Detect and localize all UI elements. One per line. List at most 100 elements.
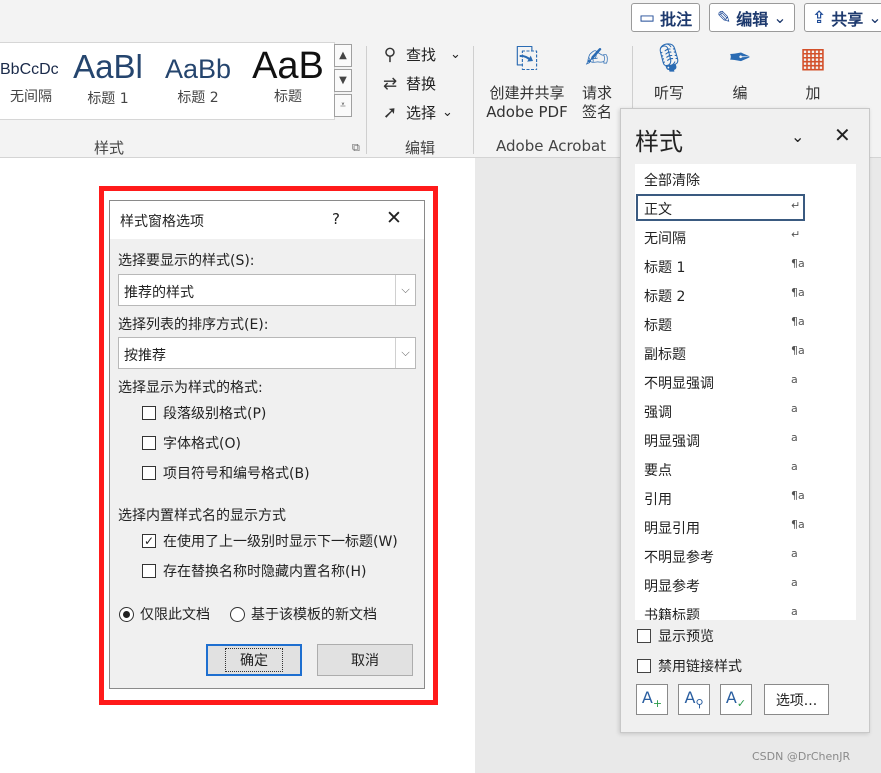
- style-name: 强调: [644, 405, 672, 421]
- hide-builtin-name-checkbox[interactable]: 存在替换名称时隐藏内置名称(H): [142, 561, 366, 581]
- style-type-icon: ¶a: [791, 344, 805, 357]
- gallery-label: 标题: [274, 89, 302, 105]
- cancel-label: 取消: [351, 653, 379, 669]
- gallery-item-heading2[interactable]: AaBb 标题 2: [158, 43, 238, 119]
- cancel-button[interactable]: 取消: [317, 644, 413, 676]
- style-list-item[interactable]: 不明显参考 a: [635, 541, 856, 570]
- style-list-item[interactable]: 全部清除: [635, 164, 856, 193]
- style-type-icon: ¶a: [791, 315, 805, 328]
- gallery-label: 标题 2: [177, 90, 219, 106]
- help-icon[interactable]: ?: [332, 210, 340, 228]
- checkbox-box: ✓: [142, 534, 156, 548]
- style-name: 不明显强调: [644, 376, 714, 392]
- gallery-item-no-spacing[interactable]: BbCcDc 无间隔: [0, 43, 62, 119]
- editor-pen-icon: ✒: [728, 41, 752, 74]
- this-document-radio[interactable]: 仅限此文档: [119, 604, 210, 624]
- select-button[interactable]: ➚ 选择 ⌄: [380, 102, 453, 123]
- request-signature-button[interactable]: ✍ 请求 签名: [575, 44, 619, 122]
- gallery-item-heading1[interactable]: AaBl 标题 1: [68, 43, 148, 119]
- sort-select[interactable]: 按推荐 ⌵: [118, 337, 416, 369]
- checkbox-box: [142, 406, 156, 420]
- gallery-scroll-down[interactable]: ▼: [334, 69, 352, 92]
- style-type-icon: a: [791, 605, 798, 618]
- style-list-item[interactable]: 正文 ↵: [635, 193, 856, 222]
- pencil-icon: ✎: [717, 7, 732, 28]
- dictate-label: 听写: [653, 84, 684, 102]
- editor-button[interactable]: ✒ 编: [720, 41, 760, 103]
- gallery-item-title[interactable]: AaB 标题: [248, 43, 328, 119]
- style-list-item[interactable]: 标题 1 ¶a: [635, 251, 856, 280]
- paragraph-format-checkbox[interactable]: 段落级别格式(P): [142, 403, 266, 423]
- style-name: 要点: [644, 463, 672, 479]
- ok-label: 确定: [225, 648, 283, 672]
- chevron-down-icon: ⌵: [395, 275, 415, 305]
- style-list-item[interactable]: 副标题 ¶a: [635, 338, 856, 367]
- find-label: 查找: [406, 46, 437, 64]
- style-type-icon: ↵: [791, 199, 801, 212]
- style-list-item[interactable]: 明显参考 a: [635, 570, 856, 599]
- font-format-checkbox[interactable]: 字体格式(O): [142, 433, 241, 453]
- style-list: 全部清除 正文 ↵ 无间隔 ↵ 标题 1 ¶a 标题 2 ¶a 标题 ¶a 副标题 ¶a 不明显强调 a 强调…: [635, 164, 856, 620]
- style-list-item[interactable]: 明显引用 ¶a: [635, 512, 856, 541]
- style-list-item[interactable]: 标题 ¶a: [635, 309, 856, 338]
- comments-button[interactable]: ▭ 批注: [631, 3, 701, 32]
- style-list-item[interactable]: 书籍标题 a: [635, 599, 856, 620]
- close-icon[interactable]: ✕: [834, 123, 851, 147]
- style-name: 明显参考: [644, 579, 700, 595]
- show-styles-select[interactable]: 推荐的样式 ⌵: [118, 274, 416, 306]
- gallery-more-button[interactable]: ⩡: [334, 94, 352, 117]
- show-preview-checkbox[interactable]: 显示预览: [637, 626, 714, 646]
- style-list-item[interactable]: 无间隔 ↵: [635, 222, 856, 251]
- replace-icon: ⇄: [382, 73, 398, 94]
- editing-mode-button[interactable]: ✎ 编辑 ⌄: [709, 3, 795, 32]
- bullet-numbering-checkbox[interactable]: 项目符号和编号格式(B): [142, 463, 310, 483]
- gallery-scroll-up[interactable]: ▲: [334, 44, 352, 67]
- style-name: 标题 1: [644, 260, 686, 276]
- manage-styles-button[interactable]: A✓: [720, 684, 752, 715]
- create-share-pdf-button[interactable]: ⎘ 创建并共享 Adobe PDF: [484, 41, 570, 122]
- replace-button[interactable]: ⇄ 替换: [380, 73, 436, 94]
- chevron-down-icon: ⌵: [395, 338, 415, 368]
- style-inspector-button[interactable]: A⚲: [678, 684, 710, 715]
- style-list-item[interactable]: 标题 2 ¶a: [635, 280, 856, 309]
- find-button[interactable]: ⚲ 查找 ⌄: [380, 44, 461, 65]
- close-icon[interactable]: ✕: [386, 207, 402, 229]
- gallery-label: 标题 1: [87, 91, 129, 107]
- new-style-button[interactable]: A+: [636, 684, 668, 715]
- style-list-item[interactable]: 要点 a: [635, 454, 856, 483]
- comment-icon: ▭: [639, 7, 656, 28]
- radio-label: 仅限此文档: [140, 607, 210, 623]
- style-list-item[interactable]: 明显强调 a: [635, 425, 856, 454]
- addins-label: 加: [805, 84, 821, 102]
- style-list-item[interactable]: 不明显强调 a: [635, 367, 856, 396]
- gallery-sample: BbCcDc: [0, 61, 58, 78]
- show-next-heading-checkbox[interactable]: ✓ 在使用了上一级别时显示下一标题(W): [142, 531, 398, 551]
- pdf-share-icon: ⎘: [515, 41, 539, 74]
- gallery-sample: AaBb: [164, 54, 232, 84]
- create-pdf-label-2: Adobe PDF: [486, 103, 568, 121]
- style-pane-options-dialog: 样式窗格选项 ? ✕ 选择要显示的样式(S): 推荐的样式 ⌵ 选择列表的排序方…: [109, 200, 425, 689]
- style-name: 无间隔: [644, 231, 686, 247]
- share-label: 共享: [831, 9, 864, 29]
- chevron-down-icon[interactable]: ⌄: [791, 127, 804, 146]
- style-name: 不明显参考: [644, 550, 714, 566]
- addins-button[interactable]: ▦ 加: [793, 44, 833, 103]
- dialog-launcher-icon[interactable]: ⧉: [352, 141, 360, 155]
- radio-dot: [230, 606, 245, 622]
- checkbox-box: [142, 564, 156, 578]
- share-button[interactable]: ⇪ 共享 ⌄: [804, 3, 881, 32]
- checkbox-box: [142, 466, 156, 480]
- checkbox-label: 项目符号和编号格式(B): [163, 466, 310, 482]
- template-documents-radio[interactable]: 基于该模板的新文档: [230, 604, 377, 624]
- show-styles-value: 推荐的样式: [124, 285, 194, 301]
- search-icon: ⚲: [383, 44, 397, 65]
- dictate-button[interactable]: 🎙 听写: [648, 44, 690, 103]
- disable-linked-styles-checkbox[interactable]: 禁用链接样式: [637, 656, 742, 676]
- group-label-acrobat: Adobe Acrobat: [496, 137, 607, 155]
- options-button[interactable]: 选项...: [764, 684, 829, 715]
- style-list-item[interactable]: 强调 a: [635, 396, 856, 425]
- style-list-item[interactable]: 引用 ¶a: [635, 483, 856, 512]
- builtin-names-label: 选择内置样式名的显示方式: [118, 508, 286, 524]
- style-name: 标题: [644, 318, 672, 334]
- ok-button[interactable]: 确定: [206, 644, 302, 676]
